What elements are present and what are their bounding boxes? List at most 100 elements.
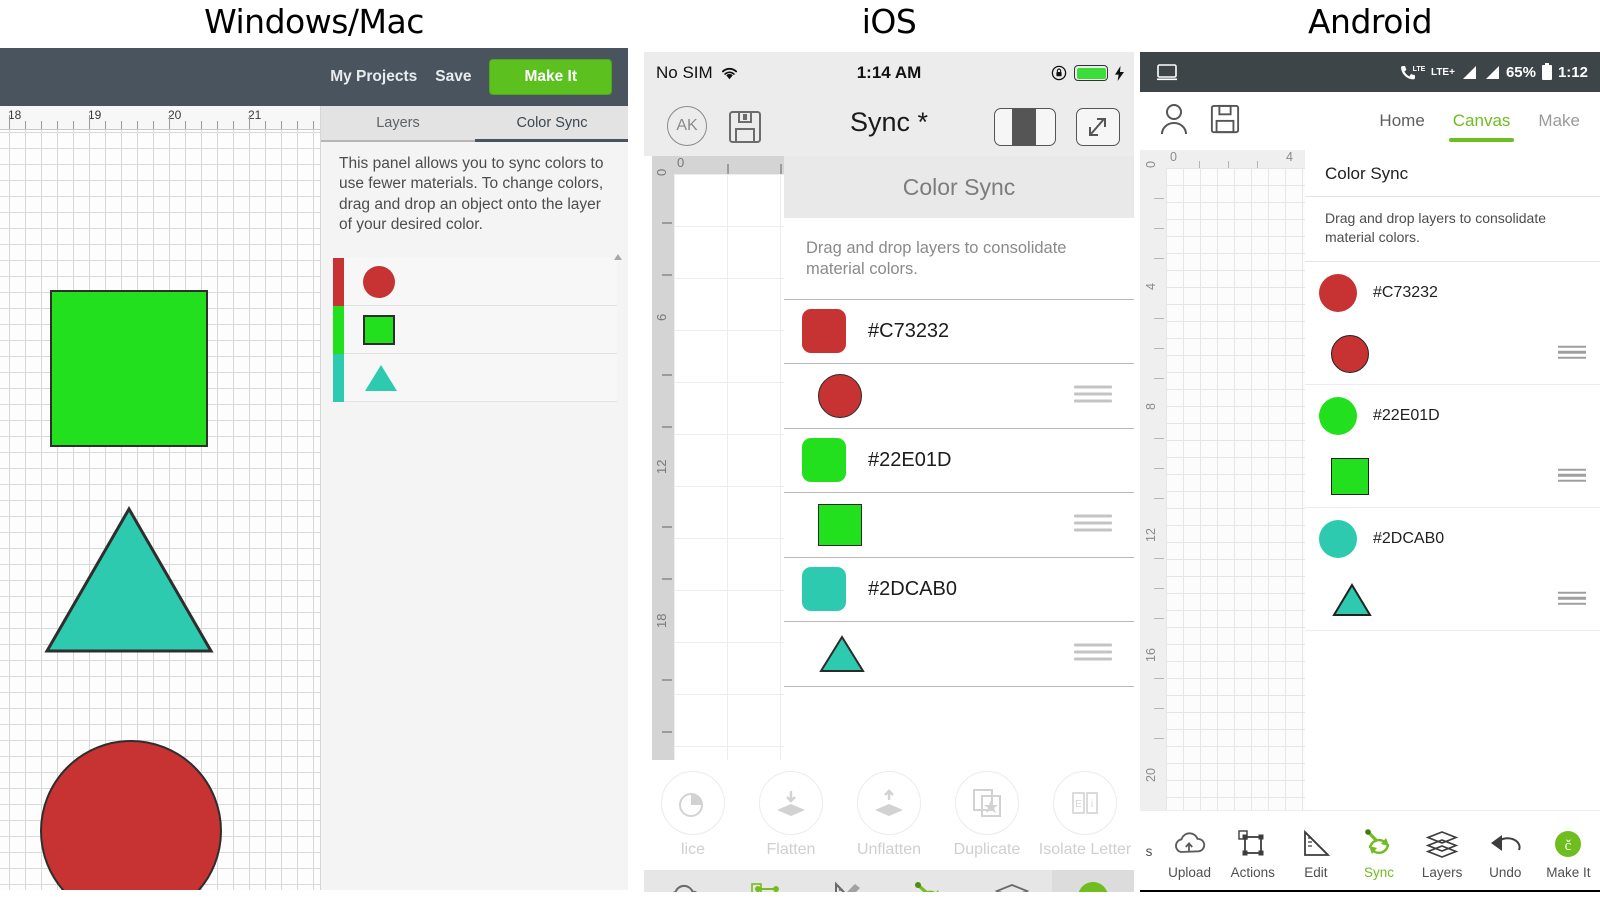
color-hex-label: #2DCAB0	[868, 577, 957, 600]
object-row[interactable]	[1305, 324, 1600, 385]
ruler-label: 12	[1144, 528, 1158, 542]
action-label: Isolate Letter	[1038, 841, 1132, 858]
tab-make[interactable]: Make	[1538, 92, 1580, 150]
layer-row[interactable]	[333, 258, 617, 306]
svg-text:LTE: LTE	[1413, 66, 1426, 73]
color-group-row[interactable]: #22E01D	[1305, 385, 1600, 447]
layer-shape-square-icon	[363, 314, 395, 345]
cricut-make-icon: č	[1537, 824, 1600, 864]
action-slice[interactable]: lice	[644, 771, 742, 859]
my-projects-link[interactable]: My Projects	[330, 68, 417, 86]
toolbar-edit[interactable]: Edit	[1284, 824, 1347, 880]
toolbar-make-it[interactable]: č Make It	[1537, 824, 1600, 880]
battery-percent-label: 65%	[1505, 63, 1536, 81]
toolbar-actions[interactable]: Actions	[1221, 824, 1284, 880]
layer-color-bar	[333, 258, 344, 306]
object-row[interactable]	[1305, 570, 1600, 631]
toolbar-sync[interactable]: Sync	[1347, 824, 1410, 880]
toolbar-layers[interactable]: Layers	[971, 870, 1053, 892]
android-status-bar: LTE LTE+ 65% 1:12	[1140, 52, 1600, 92]
toolbar-label: Sync	[1363, 864, 1394, 880]
object-row[interactable]	[784, 364, 1134, 429]
drag-handle-icon[interactable]	[1074, 643, 1112, 664]
color-hex-label: #C73232	[868, 319, 950, 342]
color-swatch	[802, 567, 846, 612]
ruler-label: 21	[248, 108, 262, 122]
toolbar-sync[interactable]: Sync	[889, 870, 971, 892]
drag-handle-icon[interactable]	[1074, 514, 1112, 535]
unflatten-icon	[857, 771, 921, 835]
drag-handle-icon[interactable]	[1558, 468, 1586, 486]
undo-arrow-icon	[1474, 824, 1537, 864]
toolbar-undo[interactable]: Undo	[1474, 824, 1537, 880]
color-group-row[interactable]: #C73232	[784, 300, 1134, 364]
call-lte-icon: LTE	[1400, 66, 1426, 80]
drag-handle-icon[interactable]	[1558, 345, 1586, 363]
color-group-row[interactable]: #2DCAB0	[784, 558, 1134, 622]
object-row[interactable]	[784, 493, 1134, 558]
drag-handle-icon[interactable]	[1074, 385, 1112, 406]
panel-scrollbar[interactable]	[614, 254, 622, 504]
canvas-shape-circle[interactable]	[40, 740, 222, 890]
save-button[interactable]: Save	[435, 68, 471, 86]
windows-canvas-grid[interactable]	[0, 130, 320, 890]
canvas-shape-square[interactable]	[50, 290, 208, 447]
color-group-row[interactable]: #22E01D	[784, 429, 1134, 493]
tab-color-sync[interactable]: Color Sync	[475, 106, 628, 142]
tab-label: Canvas	[1452, 111, 1511, 130]
toolbar-label: Edit	[1304, 864, 1328, 880]
duplicate-icon	[955, 771, 1019, 835]
toolbar-upload[interactable]: load	[644, 870, 726, 892]
windows-top-bar: My Projects Save Make It	[0, 48, 628, 106]
edit-ruler-icon	[807, 879, 889, 892]
object-shape-triangle-icon	[819, 634, 865, 672]
ios-nav-bar: AK Sync *	[644, 94, 1134, 156]
actions-bbox-icon	[1221, 824, 1284, 864]
edit-ruler-icon	[1284, 824, 1347, 864]
android-canvas-grid[interactable]	[1166, 168, 1305, 810]
color-swatch	[1319, 396, 1357, 435]
object-row[interactable]	[784, 622, 1134, 687]
panel-tab-bar: Layers Color Sync	[321, 106, 628, 142]
tab-home[interactable]: Home	[1379, 92, 1424, 150]
ios-vertical-ruler: 0 6 12 18	[652, 156, 674, 760]
action-flatten[interactable]: Flatten	[742, 771, 840, 859]
upload-cloud-icon	[1158, 824, 1221, 864]
color-group-row[interactable]: #C73232	[1305, 262, 1600, 324]
split-view-icon[interactable]	[994, 108, 1056, 146]
toolbar-label: Undo	[1489, 864, 1522, 880]
toolbar-make-it[interactable]: č Make It	[1052, 870, 1134, 892]
action-duplicate[interactable]: Duplicate	[938, 771, 1036, 859]
action-isolate-letters[interactable]: E i Isolate Letter	[1036, 771, 1134, 859]
layer-row[interactable]	[333, 306, 617, 354]
color-group-row[interactable]: #2DCAB0	[1305, 508, 1600, 570]
layer-row[interactable]	[333, 354, 617, 402]
toolbar-layers[interactable]: Layers	[1411, 824, 1474, 880]
ios-canvas-grid[interactable]	[674, 174, 784, 760]
expand-arrows-icon[interactable]	[1076, 108, 1120, 146]
floppy-save-icon[interactable]	[1210, 102, 1240, 136]
make-it-button[interactable]: Make It	[489, 59, 612, 95]
toolbar-actions[interactable]: Actions	[726, 870, 808, 892]
ruler-label: 0	[1170, 150, 1177, 164]
ruler-label: 18	[8, 108, 22, 122]
slice-icon	[661, 771, 725, 835]
toolbar-edit[interactable]: Edit	[807, 870, 889, 892]
panel-description: Drag and drop layers to consolidate mate…	[1305, 197, 1600, 262]
flatten-icon	[759, 771, 823, 835]
tab-layers[interactable]: Layers	[321, 106, 475, 142]
tab-canvas[interactable]: Canvas	[1448, 92, 1515, 150]
heading-windows-mac: Windows/Mac	[204, 2, 424, 41]
account-person-icon[interactable]	[1158, 102, 1190, 136]
heading-android: Android	[1307, 2, 1433, 41]
ruler-label: 12	[654, 459, 669, 474]
windows-side-panel: Layers Color Sync This panel allows you …	[320, 106, 628, 890]
object-row[interactable]	[1305, 447, 1600, 508]
scroll-up-arrow-icon[interactable]	[614, 254, 622, 260]
color-hex-label: #22E01D	[1373, 406, 1440, 424]
action-unflatten[interactable]: Unflatten	[840, 771, 938, 859]
canvas-shape-triangle[interactable]	[44, 505, 214, 655]
tab-label: Layers	[376, 115, 420, 131]
drag-handle-icon[interactable]	[1558, 591, 1586, 609]
toolbar-upload[interactable]: Upload	[1158, 824, 1221, 880]
